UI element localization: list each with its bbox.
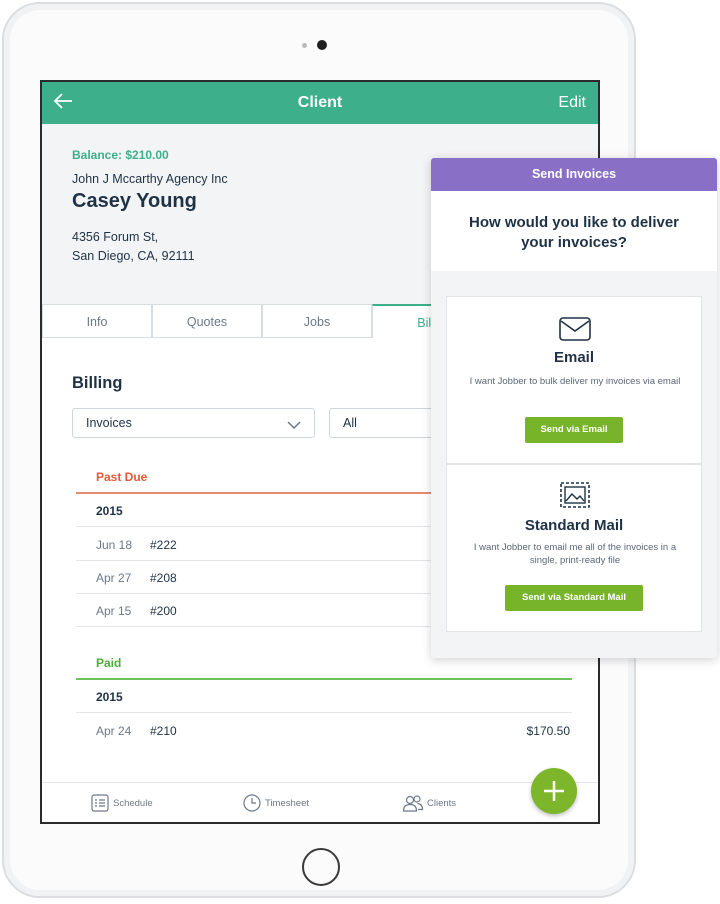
send-via-email-button[interactable]: Send via Email <box>525 417 623 443</box>
mail-option-description: I want Jobber to email me all of the inv… <box>473 542 677 566</box>
status-filter-value: All <box>343 416 357 430</box>
nav-clients[interactable]: Clients <box>402 793 456 813</box>
tab-info[interactable]: Info <box>42 304 152 338</box>
row-divider <box>76 712 572 713</box>
plus-icon <box>544 781 564 801</box>
paid-label: Paid <box>96 656 122 670</box>
chevron-down-icon <box>286 415 302 443</box>
sensor-dot <box>302 43 307 48</box>
invoice-date[interactable]: Apr 27 <box>96 571 131 585</box>
mail-option-title: Standard Mail <box>524 517 624 534</box>
invoice-number[interactable]: #222 <box>150 538 177 552</box>
invoice-amount[interactable]: $170.50 <box>527 724 570 738</box>
invoice-type-value: Invoices <box>86 416 132 430</box>
standard-mail-option[interactable]: Standard Mail I want Jobber to email me … <box>446 464 702 632</box>
paid-year: 2015 <box>96 690 123 704</box>
schedule-icon <box>91 794 109 812</box>
tab-jobs[interactable]: Jobs <box>262 304 372 338</box>
envelope-icon <box>559 317 591 341</box>
invoice-date[interactable]: Apr 24 <box>96 724 131 738</box>
nav-schedule-label: Schedule <box>113 797 153 809</box>
company-name: John J Mccarthy Agency Inc <box>72 172 228 186</box>
camera-dot <box>317 40 327 50</box>
top-bar: Client Edit <box>42 82 598 124</box>
edit-button[interactable]: Edit <box>558 94 586 112</box>
invoice-number[interactable]: #210 <box>150 724 177 738</box>
address-line1: 4356 Forum St, <box>72 230 159 244</box>
email-option-description: I want Jobber to bulk deliver my invoice… <box>469 376 681 387</box>
send-invoices-header: Send Invoices <box>431 158 717 191</box>
page-title: Client <box>297 94 343 111</box>
question-box: How would you like to deliver your invoi… <box>431 191 717 271</box>
clock-icon <box>243 794 261 812</box>
invoice-type-select[interactable]: Invoices <box>72 408 315 438</box>
nav-timesheet[interactable]: Timesheet <box>242 793 309 813</box>
invoice-date[interactable]: Jun 18 <box>96 538 132 552</box>
nav-timesheet-label: Timesheet <box>265 797 309 809</box>
past-due-year: 2015 <box>96 504 123 518</box>
nav-schedule[interactable]: Schedule <box>90 793 153 813</box>
add-button[interactable] <box>531 768 577 814</box>
billing-heading: Billing <box>72 374 123 392</box>
nav-clients-label: Clients <box>427 797 457 809</box>
home-button[interactable] <box>302 848 340 886</box>
past-due-label: Past Due <box>96 470 148 484</box>
invoice-number[interactable]: #208 <box>150 571 177 585</box>
invoice-number[interactable]: #200 <box>150 604 177 618</box>
address-line2: San Diego, CA, 92111 <box>72 249 195 263</box>
invoice-date[interactable]: Apr 15 <box>96 604 131 618</box>
people-icon <box>402 795 424 812</box>
paid-divider <box>76 678 572 680</box>
email-option[interactable]: Email I want Jobber to bulk deliver my i… <box>446 296 702 464</box>
client-name: Casey Young <box>72 190 197 212</box>
tab-quotes[interactable]: Quotes <box>152 304 262 338</box>
bottom-nav: Schedule Timesheet Clients <box>42 782 598 822</box>
stamp-icon <box>560 482 590 508</box>
send-via-mail-button[interactable]: Send via Standard Mail <box>505 585 643 611</box>
balance-label: Balance: $210.00 <box>72 148 169 162</box>
send-invoices-panel: Send Invoices How would you like to deli… <box>431 158 717 658</box>
email-option-title: Email <box>553 349 595 366</box>
delivery-question: How would you like to deliver your invoi… <box>468 214 680 251</box>
